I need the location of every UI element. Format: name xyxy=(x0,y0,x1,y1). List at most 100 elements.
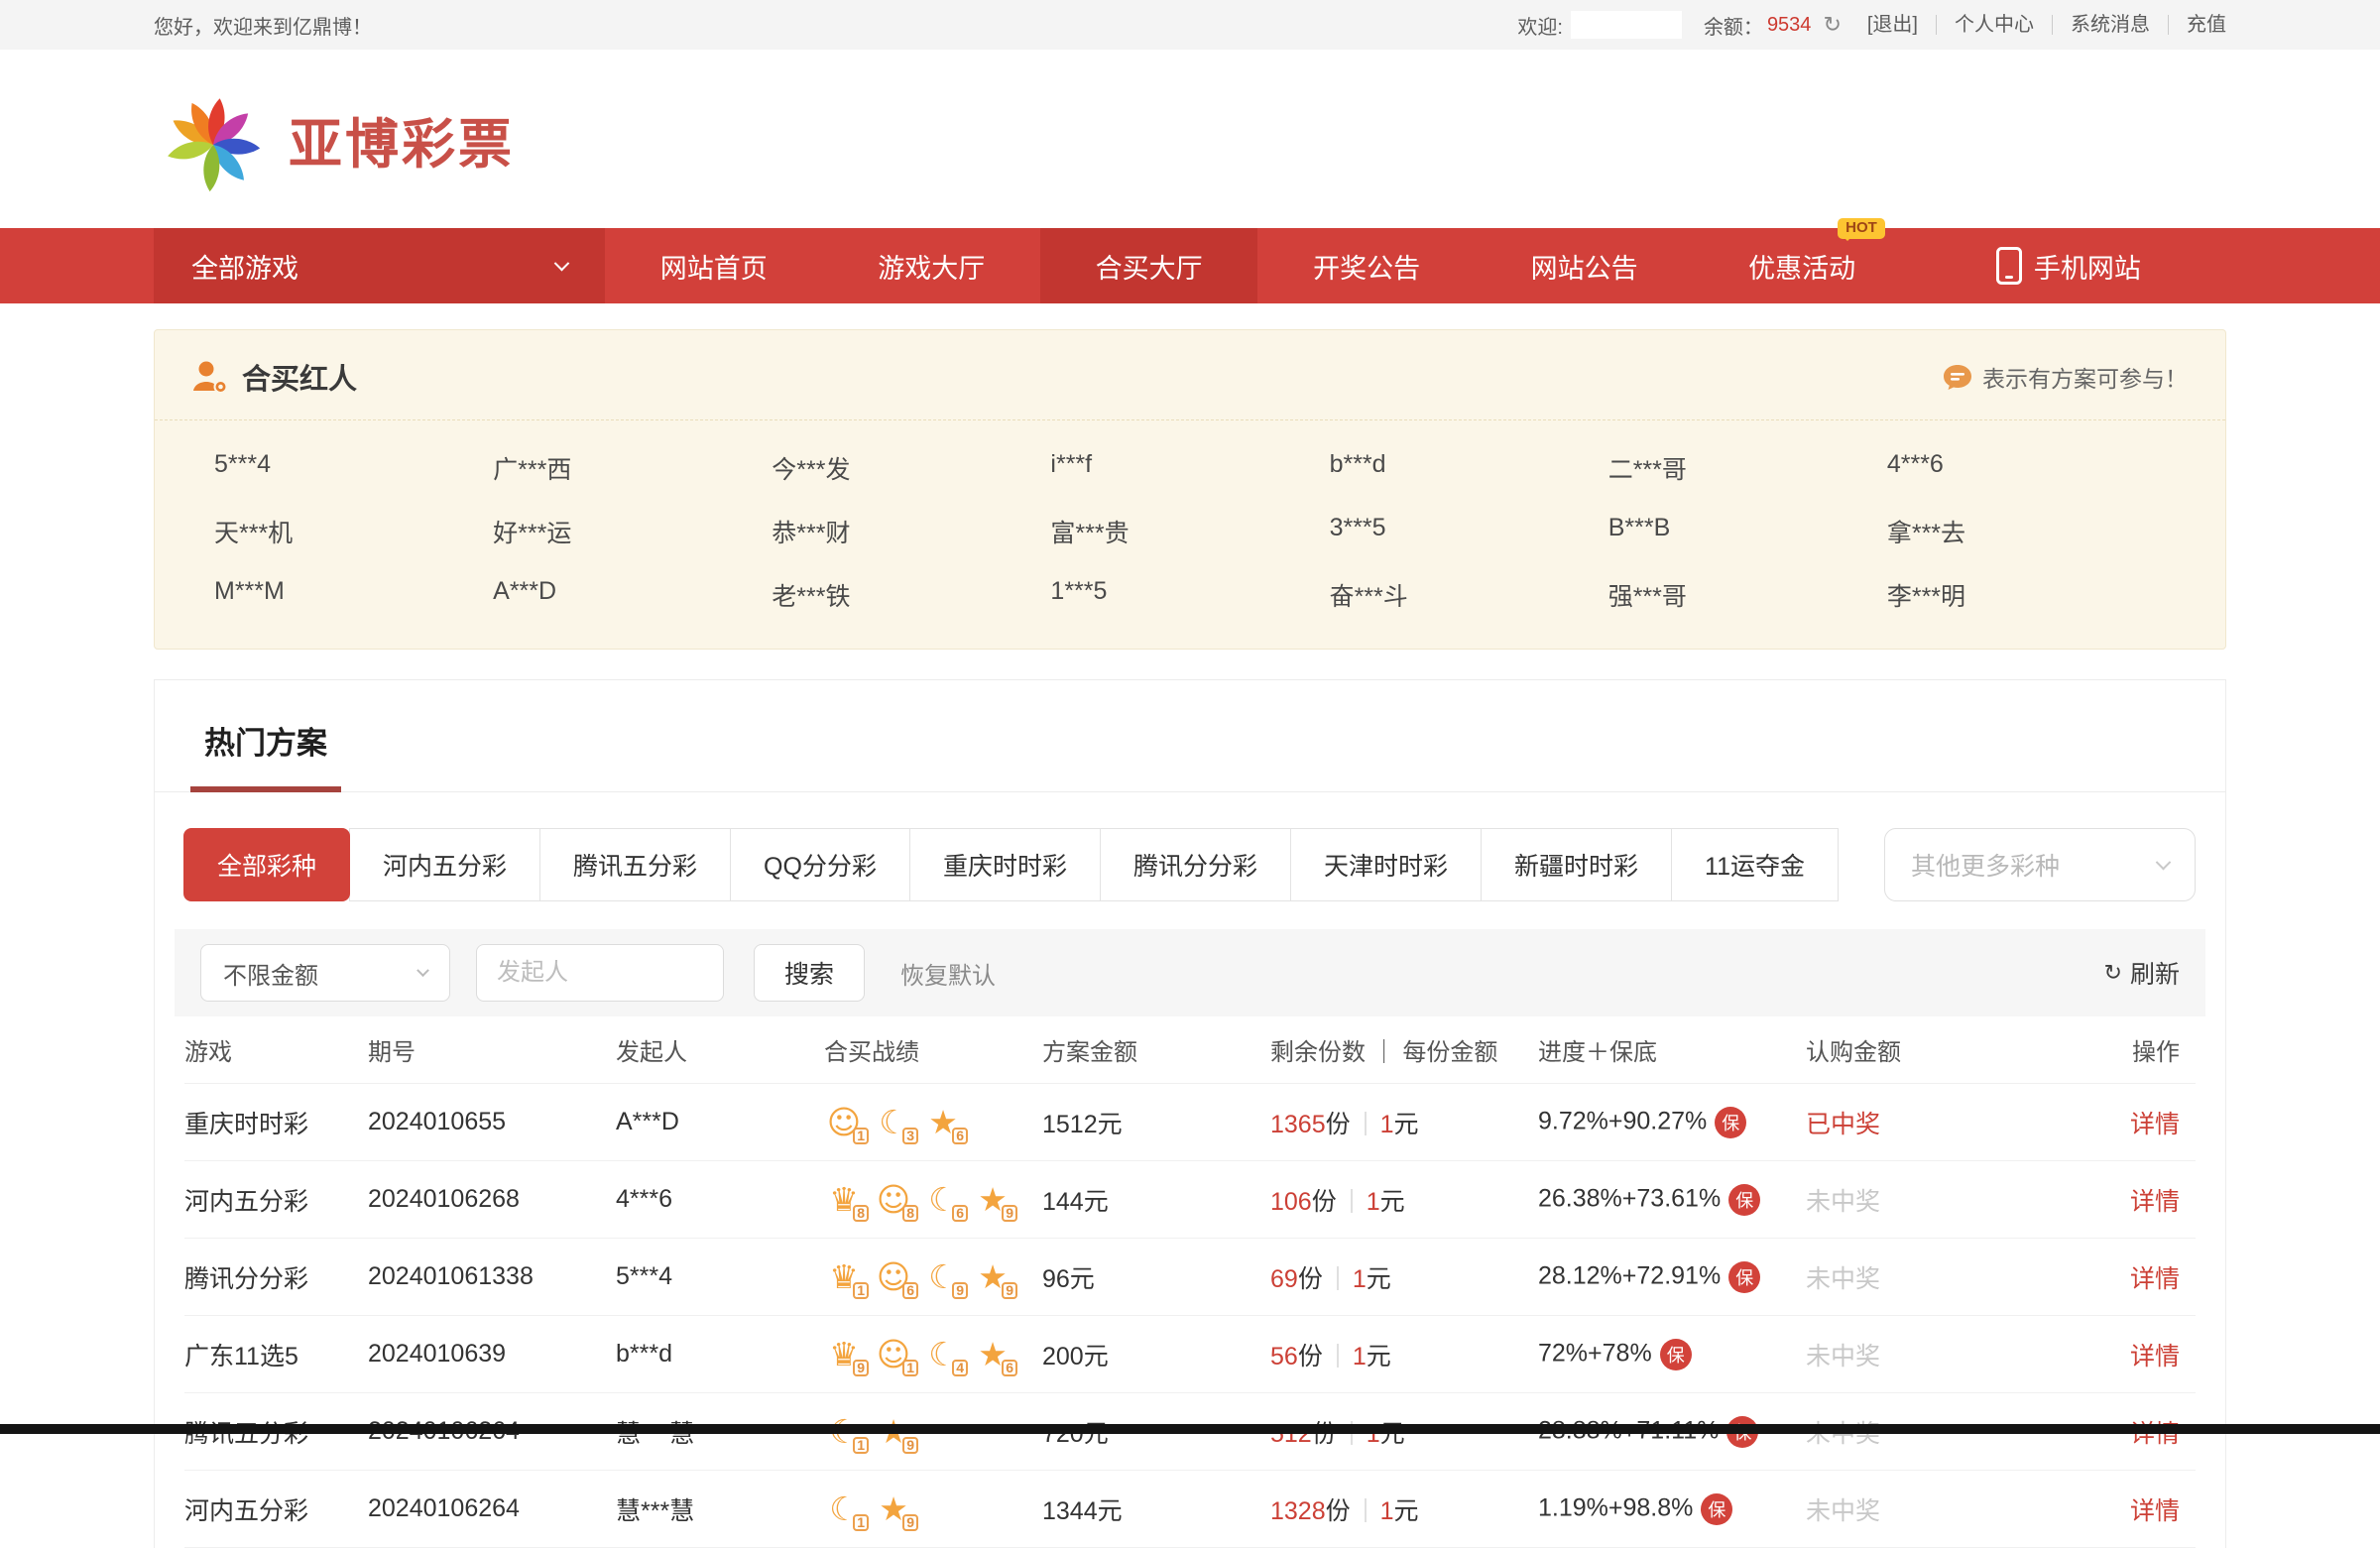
tab-xinjiang-ssc[interactable]: 新疆时时彩 xyxy=(1481,828,1672,901)
issue-number: 2024010655 xyxy=(368,1108,616,1136)
hot-user[interactable]: 二***哥 xyxy=(1608,450,1887,486)
hot-user[interactable]: A***D xyxy=(493,577,772,613)
all-games-label: 全部游戏 xyxy=(191,247,298,286)
issue-number: 20240106264 xyxy=(368,1494,616,1523)
hot-user[interactable]: 5***4 xyxy=(214,450,493,486)
guarantee-badge: 保 xyxy=(1701,1493,1732,1525)
detail-link[interactable]: 详情 xyxy=(2130,1265,2180,1293)
hot-user[interactable]: 奋***斗 xyxy=(1330,577,1608,613)
tab-all-lotteries[interactable]: 全部彩种 xyxy=(183,828,350,901)
site-logo[interactable]: 亚博彩票 xyxy=(154,79,2226,198)
record-badges: ☺1 ☾3 ★6 xyxy=(824,1102,1042,1143)
hot-user[interactable]: 拿***去 xyxy=(1887,514,2166,549)
detail-link[interactable]: 详情 xyxy=(2130,1188,2180,1216)
nav-item-site-announcements[interactable]: 网站公告 xyxy=(1476,228,1693,303)
hot-plans-panel: 热门方案 全部彩种 河内五分彩 腾讯五分彩 QQ分分彩 重庆时时彩 腾讯分分彩 … xyxy=(154,679,2226,1548)
system-messages-link[interactable]: 系统消息 xyxy=(2052,15,2168,35)
tab-chongqing-ssc[interactable]: 重庆时时彩 xyxy=(909,828,1101,901)
reset-defaults-link[interactable]: 恢复默认 xyxy=(900,956,996,991)
table-row: 河内五分彩 20240106264 慧***慧 ☾1 ★9 1344元 1328… xyxy=(184,1471,2196,1548)
hot-user[interactable]: 好***运 xyxy=(493,514,772,549)
search-button[interactable]: 搜索 xyxy=(754,944,865,1002)
detail-link[interactable]: 详情 xyxy=(2130,1111,2180,1138)
balance-label: 余额： xyxy=(1704,11,1763,40)
hot-user[interactable]: 老***铁 xyxy=(772,577,1050,613)
refresh-balance-icon[interactable]: ↻ xyxy=(1823,13,1841,38)
guarantee-badge: 保 xyxy=(1728,1261,1760,1293)
nav-item-promotions[interactable]: 优惠活动 HOT xyxy=(1693,228,1910,303)
hot-user[interactable]: 富***贵 xyxy=(1050,514,1329,549)
detail-link[interactable]: 详情 xyxy=(2130,1343,2180,1370)
table-row: 河内五分彩 20240106268 4***6 ♛8 ☺8 ☾6 ★9 144元… xyxy=(184,1161,2196,1239)
col-game: 游戏 xyxy=(184,1032,368,1067)
more-lotteries-select[interactable]: 其他更多彩种 xyxy=(1884,828,2196,901)
hot-user[interactable]: 天***机 xyxy=(214,514,493,549)
initiator-name: 4***6 xyxy=(616,1185,824,1214)
welcome-username-box[interactable] xyxy=(1571,11,1682,39)
game-name: 重庆时时彩 xyxy=(184,1105,368,1140)
initiator-name: 慧***慧 xyxy=(616,1491,824,1527)
logout-link[interactable]: [退出] xyxy=(1867,15,1936,35)
initiator-name: A***D xyxy=(616,1108,824,1136)
user-center-link[interactable]: 个人中心 xyxy=(1936,15,2052,35)
remaining-shares: 106份1元 xyxy=(1270,1182,1538,1218)
nav-item-group-buy-hall[interactable]: 合买大厅 xyxy=(1040,228,1257,303)
game-name: 河内五分彩 xyxy=(184,1182,368,1218)
hot-user[interactable]: 4***6 xyxy=(1887,450,2166,486)
tab-tianjin-ssc[interactable]: 天津时时彩 xyxy=(1290,828,1482,901)
welcome-label: 欢迎: xyxy=(1517,11,1563,40)
tab-11yun-duojin[interactable]: 11运夺金 xyxy=(1671,828,1839,901)
hot-user[interactable]: b***d xyxy=(1330,450,1608,486)
filter-bar: 不限金额 搜索 恢复默认 ↻ 刷新 xyxy=(175,929,2205,1016)
hot-users-grid: 5***4 广***西 今***发 i***f b***d 二***哥 4***… xyxy=(155,420,2225,613)
nav-item-home[interactable]: 网站首页 xyxy=(605,228,822,303)
col-remaining: 剩余份数 ｜ 每份金额 xyxy=(1270,1032,1538,1067)
nav-all-games[interactable]: 全部游戏 xyxy=(154,228,605,303)
plans-table: 游戏 期号 发起人 合买战绩 方案金额 剩余份数 ｜ 每份金额 进度＋保底 认购… xyxy=(155,1016,2225,1548)
refresh-list-button[interactable]: ↻ 刷新 xyxy=(2104,955,2180,991)
issue-number: 202401061338 xyxy=(368,1262,616,1291)
initiator-search-input[interactable] xyxy=(476,944,724,1002)
face-badge-icon: ☺6 xyxy=(874,1256,913,1298)
remaining-shares: 1328份1元 xyxy=(1270,1491,1538,1527)
record-badges: ♛9 ☺1 ☾4 ★6 xyxy=(824,1334,1042,1375)
tab-qq-minute[interactable]: QQ分分彩 xyxy=(730,828,910,901)
record-badges: ♛1 ☺6 ☾9 ★9 xyxy=(824,1256,1042,1298)
hot-user[interactable]: 恭***财 xyxy=(772,514,1050,549)
chevron-down-icon xyxy=(554,255,570,271)
issue-number: 20240106268 xyxy=(368,1185,616,1214)
tab-tencent-5min[interactable]: 腾讯五分彩 xyxy=(539,828,731,901)
moon-badge-icon: ☾6 xyxy=(923,1179,963,1221)
tab-tencent-minute[interactable]: 腾讯分分彩 xyxy=(1100,828,1291,901)
hot-user[interactable]: 今***发 xyxy=(772,450,1050,486)
recharge-link[interactable]: 充值 xyxy=(2168,15,2226,35)
status-badge: 未中奖 xyxy=(1806,1491,2054,1527)
face-badge-icon: ☺8 xyxy=(874,1179,913,1221)
hot-user[interactable]: 强***哥 xyxy=(1608,577,1887,613)
nav-item-mobile-site[interactable]: 手机网站 xyxy=(1911,228,2226,303)
tab-hanoi-5min[interactable]: 河内五分彩 xyxy=(349,828,540,901)
hot-user[interactable]: 广***西 xyxy=(493,450,772,486)
footer-edge xyxy=(0,1424,2380,1434)
table-row: 腾讯分分彩 202401061338 5***4 ♛1 ☺6 ☾9 ★9 96元… xyxy=(184,1239,2196,1316)
detail-link[interactable]: 详情 xyxy=(2130,1497,2180,1525)
page-title: 热门方案 xyxy=(190,718,341,792)
site-title: 亚博彩票 xyxy=(289,100,515,179)
hot-user[interactable]: 3***5 xyxy=(1330,514,1608,549)
hot-user[interactable]: 李***明 xyxy=(1887,577,2166,613)
main-nav: 全部游戏 网站首页 游戏大厅 合买大厅 开奖公告 网站公告 优惠活动 HOT 手… xyxy=(0,228,2380,303)
game-name: 河内五分彩 xyxy=(184,1491,368,1527)
nav-item-draw-announcements[interactable]: 开奖公告 xyxy=(1257,228,1475,303)
face-badge-icon: ☺1 xyxy=(824,1102,864,1143)
issue-number: 2024010639 xyxy=(368,1340,616,1369)
hot-user[interactable]: 1***5 xyxy=(1050,577,1329,613)
amount-filter-select[interactable]: 不限金额 xyxy=(200,944,450,1002)
star-badge-icon: ★9 xyxy=(973,1256,1012,1298)
table-row: 广东11选5 2024010639 b***d ♛9 ☺1 ☾4 ★6 200元… xyxy=(184,1316,2196,1393)
crown-badge-icon: ♛1 xyxy=(824,1256,864,1298)
hot-user[interactable]: B***B xyxy=(1608,514,1887,549)
chevron-down-icon xyxy=(2156,854,2172,870)
hot-user[interactable]: i***f xyxy=(1050,450,1329,486)
hot-user[interactable]: M***M xyxy=(214,577,493,613)
nav-item-game-hall[interactable]: 游戏大厅 xyxy=(822,228,1039,303)
